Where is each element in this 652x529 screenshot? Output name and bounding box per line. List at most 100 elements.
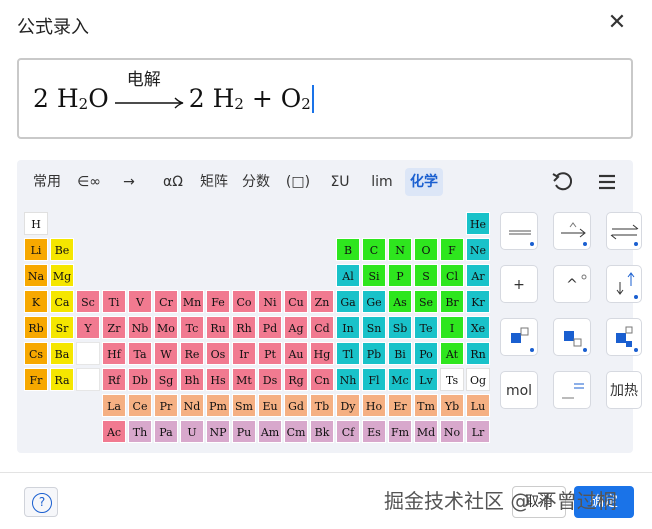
element-sn[interactable]: Sn xyxy=(362,316,386,339)
element-n[interactable]: N xyxy=(388,238,412,261)
element-c[interactable]: C xyxy=(362,238,386,261)
element-cm[interactable]: Cm xyxy=(284,420,308,443)
element-k[interactable]: K xyxy=(24,290,48,313)
tab-chemistry[interactable]: 化学 xyxy=(405,168,443,196)
tab-sets[interactable]: ∈∞ xyxy=(71,168,107,196)
element-cl[interactable]: Cl xyxy=(440,264,464,287)
element-np[interactable]: NP xyxy=(206,420,230,443)
element-p[interactable]: P xyxy=(388,264,412,287)
element-fr[interactable]: Fr xyxy=(24,368,48,391)
element-cf[interactable]: Cf xyxy=(336,420,360,443)
element-ba[interactable]: Ba xyxy=(50,342,74,365)
element-xe[interactable]: Xe xyxy=(466,316,490,339)
element-co[interactable]: Co xyxy=(232,290,256,313)
element-tc[interactable]: Tc xyxy=(180,316,204,339)
tab-fraction[interactable]: 分数 xyxy=(239,168,273,196)
element-pu[interactable]: Pu xyxy=(232,420,256,443)
element-at[interactable]: At xyxy=(440,342,464,365)
tab-limits[interactable]: lim xyxy=(367,168,397,196)
element-no[interactable]: No xyxy=(440,420,464,443)
element-rg[interactable]: Rg xyxy=(284,368,308,391)
element-kr[interactable]: Kr xyxy=(466,290,490,313)
element-ce[interactable]: Ce xyxy=(128,394,152,417)
element-th[interactable]: Th xyxy=(128,420,152,443)
tab-greek[interactable]: αΩ xyxy=(155,168,191,196)
element-ga[interactable]: Ga xyxy=(336,290,360,313)
element-sg[interactable]: Sg xyxy=(154,368,178,391)
element-pa[interactable]: Pa xyxy=(154,420,178,443)
element-ts[interactable]: Ts xyxy=(440,368,464,391)
element-zn[interactable]: Zn xyxy=(310,290,334,313)
element-f[interactable]: F xyxy=(440,238,464,261)
element-dy[interactable]: Dy xyxy=(336,394,360,417)
element-ho[interactable]: Ho xyxy=(362,394,386,417)
element-mt[interactable]: Mt xyxy=(232,368,256,391)
element-w[interactable]: W xyxy=(154,342,178,365)
element-er[interactable]: Er xyxy=(388,394,412,417)
tab-matrix[interactable]: 矩阵 xyxy=(197,168,231,196)
element-os[interactable]: Os xyxy=(206,342,230,365)
element-li[interactable]: Li xyxy=(24,238,48,261)
element-fm[interactable]: Fm xyxy=(388,420,412,443)
element-au[interactable]: Au xyxy=(284,342,308,365)
element-rb[interactable]: Rb xyxy=(24,316,48,339)
tab-brackets[interactable]: (□) xyxy=(283,168,313,196)
element-mg[interactable]: Mg xyxy=(50,264,74,287)
element-cs[interactable]: Cs xyxy=(24,342,48,365)
subscript-box-button[interactable] xyxy=(553,318,591,356)
sup-sub-button[interactable] xyxy=(606,318,642,356)
element-ti[interactable]: Ti xyxy=(102,290,126,313)
element-u[interactable]: U xyxy=(180,420,204,443)
element-hg[interactable]: Hg xyxy=(310,342,334,365)
element-as[interactable]: As xyxy=(388,290,412,313)
element-og[interactable]: Og xyxy=(466,368,490,391)
element-cr[interactable]: Cr xyxy=(154,290,178,313)
element-bk[interactable]: Bk xyxy=(310,420,334,443)
element-be[interactable]: Be xyxy=(50,238,74,261)
element-cu[interactable]: Cu xyxy=(284,290,308,313)
element-pt[interactable]: Pt xyxy=(258,342,282,365)
element-db[interactable]: Db xyxy=(128,368,152,391)
element-sb[interactable]: Sb xyxy=(388,316,412,339)
element-i[interactable]: I xyxy=(440,316,464,339)
element-pm[interactable]: Pm xyxy=(206,394,230,417)
element-es[interactable]: Es xyxy=(362,420,386,443)
element-na[interactable]: Na xyxy=(24,264,48,287)
element-in[interactable]: In xyxy=(336,316,360,339)
element-nh[interactable]: Nh xyxy=(336,368,360,391)
element-ta[interactable]: Ta xyxy=(128,342,152,365)
element-fl[interactable]: Fl xyxy=(362,368,386,391)
element-zr[interactable]: Zr xyxy=(102,316,126,339)
element-sm[interactable]: Sm xyxy=(232,394,256,417)
element-te[interactable]: Te xyxy=(414,316,438,339)
element-ni[interactable]: Ni xyxy=(258,290,282,313)
element-ir[interactable]: Ir xyxy=(232,342,256,365)
element-bh[interactable]: Bh xyxy=(180,368,204,391)
element-se[interactable]: Se xyxy=(414,290,438,313)
heating-button[interactable]: 加热 xyxy=(606,371,642,409)
menu-icon[interactable] xyxy=(595,170,619,194)
superscript-button[interactable]: ^ xyxy=(553,265,591,303)
element-tl[interactable]: Tl xyxy=(336,342,360,365)
element-nd[interactable]: Nd xyxy=(180,394,204,417)
equals-condition-button[interactable] xyxy=(553,371,591,409)
arrow-with-condition-button[interactable] xyxy=(553,212,591,250)
element-fe[interactable]: Fe xyxy=(206,290,230,313)
element-eu[interactable]: Eu xyxy=(258,394,282,417)
element-tb[interactable]: Tb xyxy=(310,394,334,417)
element-s[interactable]: S xyxy=(414,264,438,287)
element-cd[interactable]: Cd xyxy=(310,316,334,339)
element-la[interactable]: La xyxy=(102,394,126,417)
element-ag[interactable]: Ag xyxy=(284,316,308,339)
element-ne[interactable]: Ne xyxy=(466,238,490,261)
element-tm[interactable]: Tm xyxy=(414,394,438,417)
element-h[interactable]: H xyxy=(24,212,48,235)
element-lv[interactable]: Lv xyxy=(414,368,438,391)
element-am[interactable]: Am xyxy=(258,420,282,443)
element-hs[interactable]: Hs xyxy=(206,368,230,391)
gas-precipitate-button[interactable] xyxy=(606,265,642,303)
undo-icon[interactable] xyxy=(551,170,575,194)
element-ac[interactable]: Ac xyxy=(102,420,126,443)
element-y[interactable]: Y xyxy=(76,316,100,339)
element-sr[interactable]: Sr xyxy=(50,316,74,339)
